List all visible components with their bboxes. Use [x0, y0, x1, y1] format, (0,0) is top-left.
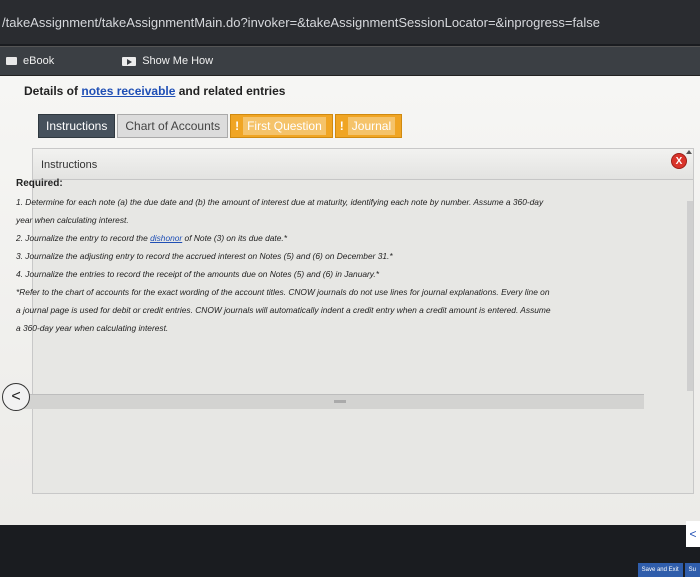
video-icon — [122, 56, 137, 66]
ebook-button[interactable]: eBook — [6, 55, 54, 67]
tab-instructions[interactable]: Instructions — [38, 114, 116, 138]
previous-arrow-button[interactable]: < — [2, 383, 30, 411]
note-line-2: a journal page is used for debit or cred… — [16, 304, 606, 316]
req-text: 2. Journalize the entry to record the — [16, 233, 151, 243]
title-suffix: and related entries — [175, 84, 286, 98]
note-line-1: *Refer to the chart of accounts for the … — [16, 286, 606, 298]
tab-label: Chart of Accounts — [125, 119, 221, 133]
horizontal-scrollbar[interactable] — [24, 394, 644, 409]
requirement-2: 2. Journalize the entry to record the di… — [16, 232, 606, 244]
tab-first-question[interactable]: ! First Question — [230, 114, 333, 138]
show-me-how-label: Show Me How — [142, 55, 214, 67]
panel-title: Instructions — [41, 159, 98, 171]
note-line-3: a 360-day year when calculating interest… — [16, 322, 606, 334]
book-icon — [6, 57, 17, 65]
page-title: Details of notes receivable and related … — [24, 84, 285, 98]
close-icon[interactable]: X — [671, 153, 687, 169]
req-text: 4. Journalize the entries to record the … — [16, 269, 379, 279]
requirement-1: 1. Determine for each note (a) the due d… — [16, 196, 606, 208]
show-me-how-button[interactable]: Show Me How — [122, 55, 213, 67]
tab-label: Instructions — [46, 119, 108, 133]
chevron-icon: < — [689, 527, 697, 541]
save-and-exit-button[interactable]: Save and Exit — [637, 563, 683, 577]
requirement-1-cont: year when calculating interest. — [16, 214, 606, 226]
req-text: year when calculating interest. — [16, 215, 129, 225]
tab-journal[interactable]: ! Journal — [334, 114, 403, 138]
footer-buttons: Save and Exit Su — [637, 563, 700, 577]
requirement-3: 3. Journalize the adjusting entry to rec… — [16, 250, 606, 262]
requirement-4: 4. Journalize the entries to record the … — [16, 268, 606, 280]
req-text: 1. Determine for each note (a) the due d… — [16, 197, 544, 207]
req-text: 3. Journalize the adjusting entry to rec… — [16, 251, 393, 261]
panel-header: Instructions X — [33, 149, 693, 180]
tab-bar: Instructions Chart of Accounts ! First Q… — [38, 114, 404, 138]
submit-button[interactable]: Su — [684, 563, 700, 577]
scroll-grip-icon[interactable] — [334, 400, 346, 403]
tab-chart-of-accounts[interactable]: Chart of Accounts — [117, 114, 229, 138]
instructions-content: Required: 1. Determine for each note (a)… — [16, 178, 606, 334]
vertical-scrollbar[interactable] — [687, 201, 693, 391]
dishonor-link[interactable]: dishonor — [150, 233, 182, 243]
tab-label: Journal — [347, 117, 396, 135]
assignment-page: Details of notes receivable and related … — [0, 76, 700, 577]
req-text: a journal page is used for debit or cred… — [16, 305, 551, 315]
chevron-left-icon: < — [11, 388, 21, 405]
scroll-up-icon[interactable] — [686, 150, 692, 154]
req-text: *Refer to the chart of accounts for the … — [16, 287, 550, 297]
browser-url-bar[interactable]: /takeAssignment/takeAssignmentMain.do?in… — [0, 0, 700, 44]
required-heading: Required: — [16, 178, 63, 189]
warning-icon: ! — [235, 119, 240, 133]
notes-receivable-link[interactable]: notes receivable — [81, 84, 175, 98]
req-text: of Note (3) on its due date.* — [182, 233, 287, 243]
warning-icon: ! — [339, 119, 344, 133]
tab-label: First Question — [243, 117, 326, 135]
ebook-label: eBook — [23, 55, 55, 67]
title-prefix: Details of — [24, 84, 82, 98]
req-text: a 360-day year when calculating interest… — [16, 323, 169, 333]
url-text: /takeAssignment/takeAssignmentMain.do?in… — [2, 14, 600, 30]
assignment-toolbar: eBook Show Me How — [0, 46, 700, 76]
